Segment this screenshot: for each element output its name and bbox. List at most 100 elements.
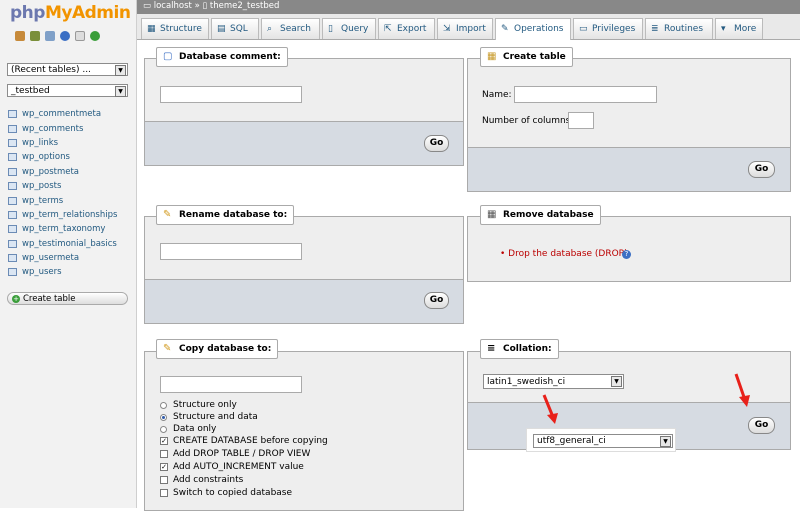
pencil-icon: ✎ (163, 209, 172, 220)
table-icon (8, 239, 17, 248)
go-button[interactable]: Go (748, 161, 775, 178)
table-item[interactable]: wp_postmeta (8, 165, 117, 179)
chevron-down-icon: ▼ (115, 86, 126, 97)
checkbox-label: CREATE DATABASE before copying (173, 436, 328, 446)
rename-database-input[interactable] (160, 243, 302, 260)
database-select-value: _testbed (11, 86, 50, 96)
help-icon[interactable]: ? (622, 250, 631, 259)
tab-routines[interactable]: ≣ Routines (645, 18, 713, 39)
reload-icon[interactable] (90, 31, 100, 41)
table-item-label: wp_usermeta (22, 253, 80, 264)
tab-label: Routines (664, 24, 704, 34)
table-item[interactable]: wp_links (8, 136, 117, 150)
tab-operations[interactable]: ✎ Operations (495, 18, 571, 40)
checkbox-switch-to-copied[interactable] (160, 489, 168, 497)
query-window-icon[interactable] (45, 31, 55, 41)
table-icon (8, 196, 17, 205)
table-item[interactable]: wp_posts (8, 179, 117, 193)
radio-label: Data only (173, 424, 217, 434)
logo-text-myadmin: MyAdmin (44, 3, 131, 23)
checkbox-add-drop-table[interactable] (160, 450, 168, 458)
database-comment-input[interactable] (160, 86, 302, 103)
tab-label: SQL (230, 24, 248, 34)
tab-more[interactable]: ▾ More (715, 18, 763, 39)
create-table-legend: ▦ Create table (480, 47, 573, 67)
table-item-label: wp_term_relationships (22, 209, 118, 220)
table-item[interactable]: wp_commentmeta (8, 107, 117, 121)
home-icon[interactable] (15, 31, 25, 41)
checkbox-add-auto-increment[interactable]: ✓ (160, 463, 168, 471)
tab-label: Query (341, 24, 369, 34)
copy-database-input[interactable] (160, 376, 302, 393)
checkbox-create-database[interactable]: ✓ (160, 437, 168, 445)
tab-import[interactable]: ⇲ Import (437, 18, 493, 39)
sql-docs-icon[interactable] (75, 31, 85, 41)
table-item[interactable]: wp_users (8, 265, 117, 279)
copy-database-panel: Structure only Structure and data Data o… (144, 351, 464, 511)
table-icon (8, 138, 17, 147)
checkbox-label: Add AUTO_INCREMENT value (173, 462, 304, 472)
table-item[interactable]: wp_comments (8, 121, 117, 135)
exit-icon[interactable] (30, 31, 40, 41)
tab-label: Search (280, 24, 311, 34)
radio-structure-and-data[interactable] (160, 414, 167, 421)
table-item[interactable]: wp_options (8, 150, 117, 164)
go-button[interactable]: Go (424, 135, 449, 152)
table-icon (8, 182, 17, 191)
query-icon: ▯ (328, 24, 333, 34)
breadcrumb-server[interactable]: localhost (154, 1, 192, 11)
table-item-label: wp_comments (22, 123, 84, 134)
table-item[interactable]: wp_terms (8, 193, 117, 207)
docs-icon[interactable] (60, 31, 70, 41)
tab-privileges[interactable]: ▭ Privileges (573, 18, 643, 39)
collation-option-select[interactable]: utf8_general_ci ▼ (533, 434, 673, 448)
go-button[interactable]: Go (424, 292, 449, 309)
operations-icon: ✎ (501, 24, 509, 34)
red-arrow-icon (734, 373, 750, 407)
tab-structure[interactable]: ▦ Structure (141, 18, 209, 39)
breadcrumb-separator: » (194, 1, 200, 11)
breadcrumb-database[interactable]: theme2_testbed (210, 1, 279, 11)
tab-search[interactable]: ⌕ Search (261, 18, 320, 39)
database-comment-panel: Go (144, 58, 464, 166)
name-label: Name: (482, 90, 512, 100)
checkbox-add-constraints[interactable] (160, 476, 168, 484)
table-item-label: wp_terms (22, 195, 64, 206)
collation-dropdown-popup: utf8_general_ci ▼ (526, 428, 676, 452)
import-icon: ⇲ (443, 24, 451, 34)
table-list: wp_commentmeta wp_comments wp_links wp_o… (8, 107, 117, 280)
rename-database-legend: ✎ Rename database to: (156, 205, 295, 225)
database-select[interactable]: _testbed ▼ (7, 84, 128, 97)
comment-icon: ▢ (163, 51, 173, 62)
rename-database-panel: Go (144, 216, 464, 324)
table-item-label: wp_term_taxonomy (22, 224, 106, 235)
go-button[interactable]: Go (748, 417, 775, 434)
table-name-input[interactable] (514, 86, 657, 103)
tab-sql[interactable]: ▤ SQL (211, 18, 259, 39)
table-item[interactable]: wp_testimonial_basics (8, 237, 117, 251)
drop-database-link[interactable]: • Drop the database (DROP) (500, 249, 628, 259)
table-icon (8, 268, 17, 277)
database-icon: ▯ (202, 1, 208, 11)
drop-database-label: Drop the database (DROP) (508, 249, 628, 259)
tab-export[interactable]: ⇱ Export (378, 18, 435, 39)
checkbox-label: Add DROP TABLE / DROP VIEW (173, 449, 311, 459)
collation-legend: ≡ Collation: (480, 339, 559, 359)
tab-query[interactable]: ▯ Query (322, 18, 376, 39)
radio-structure-only[interactable] (160, 402, 167, 409)
table-item-label: wp_options (22, 152, 70, 163)
phpmyadmin-logo[interactable]: phpMyAdmin (10, 3, 131, 23)
tab-label: Export (397, 24, 427, 34)
navigation-sidebar: phpMyAdmin (Recent tables) ... ▼ _testbe… (0, 0, 137, 508)
tab-label: Structure (160, 24, 202, 34)
sidebar-create-table-button[interactable]: + Create table (7, 292, 128, 305)
table-icon (8, 254, 17, 263)
table-item[interactable]: wp_term_taxonomy (8, 222, 117, 236)
radio-data-only[interactable] (160, 426, 167, 433)
breadcrumb: ▭ localhost » ▯ theme2_testbed (137, 0, 800, 14)
table-item[interactable]: wp_term_relationships (8, 208, 117, 222)
recent-tables-select[interactable]: (Recent tables) ... ▼ (7, 63, 128, 76)
table-item[interactable]: wp_usermeta (8, 251, 117, 265)
collation-select[interactable]: latin1_swedish_ci ▼ (483, 374, 624, 389)
number-of-columns-input[interactable] (568, 112, 594, 129)
